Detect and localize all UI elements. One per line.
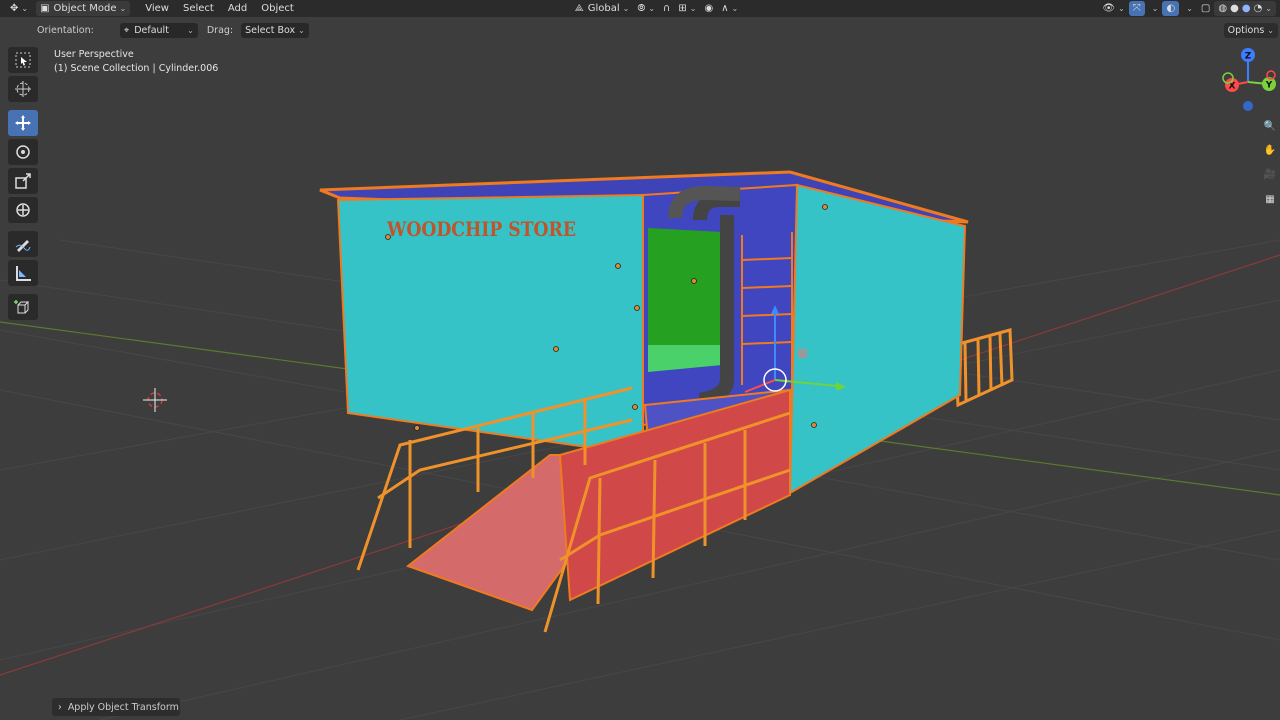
gizmo-icon: ⤧ (1132, 3, 1141, 14)
move-icon (15, 115, 31, 131)
grid-icon: ▦ (1265, 193, 1275, 205)
snap-toggle[interactable]: ∩ (659, 1, 674, 16)
camera-view-button[interactable]: 🎥 (1259, 163, 1280, 185)
mode-selector[interactable]: ▣ Object Mode ⌄ (36, 1, 131, 16)
visibility-dropdown[interactable]: 👁 ⌄ (1098, 1, 1128, 16)
navigation-gizmo[interactable]: Z Y X (1214, 44, 1280, 116)
options-dropdown[interactable]: Options ⌄ (1223, 22, 1278, 38)
menu-select[interactable]: Select (176, 3, 221, 14)
cursor-tool[interactable] (8, 76, 38, 102)
shading-buttons[interactable]: ◍ ● ● ◔ ⌄ (1214, 1, 1276, 16)
transform-orientation-label: Global (587, 3, 620, 14)
select-box-tool[interactable] (8, 47, 38, 73)
orientation-icon: ⟁ (574, 3, 584, 14)
chevron-down-icon: ⌄ (119, 4, 127, 13)
drag-dropdown[interactable]: Select Box ⌄ (241, 22, 309, 38)
measure-tool[interactable] (8, 260, 38, 286)
pivot-icon: ⦾ (637, 3, 646, 14)
camera-icon: 🎥 (1263, 168, 1277, 180)
snap-increment-icon: ⊞ (678, 3, 687, 14)
add-cube-icon (14, 300, 30, 314)
solid-shading-icon: ● (1230, 3, 1239, 14)
last-operator-panel[interactable]: › Apply Object Transform (52, 698, 180, 716)
zoom-button[interactable]: 🔍 (1259, 115, 1280, 137)
annotate-tool[interactable] (8, 231, 38, 257)
menu-object[interactable]: Object (254, 3, 301, 14)
scale-icon (15, 173, 31, 189)
menu-add[interactable]: Add (221, 3, 254, 14)
y-axis-label: Y (1265, 81, 1273, 91)
select-box-icon (15, 52, 31, 68)
last-operator-label: Apply Object Transform (67, 701, 179, 713)
side-wall (788, 183, 967, 495)
scale-tool[interactable] (8, 168, 38, 194)
tool-shelf (8, 47, 40, 323)
3d-cursor (143, 388, 167, 412)
transform-tool[interactable] (8, 197, 38, 223)
cursor-icon (15, 81, 31, 97)
pivot-point-button[interactable]: ⦾ ⌄ (633, 1, 659, 16)
overlays-dropdown[interactable]: ⌄ (1179, 1, 1197, 16)
viewport-header: ✥ ⌄ ▣ Object Mode ⌄ View Select Add Objec… (0, 0, 1280, 17)
rotate-icon (16, 145, 30, 159)
hand-icon: ✋ (1263, 144, 1277, 156)
transform-icon (16, 203, 30, 217)
tool-settings-bar: Orientation: ⌖ Default ⌄ Drag: Select Bo… (0, 21, 1280, 39)
object-mode-icon: ▣ (40, 3, 50, 14)
overlays-toggle[interactable]: ◐ (1162, 1, 1180, 16)
xray-icon: ▢ (1200, 3, 1211, 14)
sign-text: WOODCHIP STORE (386, 217, 576, 241)
ruler-icon (16, 266, 31, 281)
add-cube-tool[interactable] (8, 294, 38, 320)
transform-orientation-dropdown[interactable]: ⟁ Global ⌄ (571, 1, 634, 16)
wireframe-shading-icon: ◍ (1218, 3, 1228, 14)
gizmo-toggle[interactable]: ⤧ (1128, 1, 1145, 16)
proportional-edit-icon: ◉ (704, 3, 714, 14)
editor-type-button[interactable]: ✥ ⌄ (6, 1, 32, 16)
chevron-right-icon: › (58, 701, 62, 713)
falloff-dropdown[interactable]: ∧ ⌄ (717, 1, 742, 16)
proportional-edit-toggle[interactable]: ◉ (700, 1, 717, 16)
material-shading-icon: ● (1241, 3, 1251, 14)
collection-info: (1) Scene Collection | Cylinder.006 (54, 63, 219, 74)
back-railing (953, 328, 1014, 408)
3d-viewport[interactable]: WOODCHIP STORE (0, 0, 1280, 720)
orientation-value: Default (134, 24, 169, 36)
pan-button[interactable]: ✋ (1259, 139, 1280, 161)
options-label: Options (1227, 24, 1265, 36)
zoom-icon: 🔍 (1263, 120, 1277, 132)
magnet-icon: ∩ (663, 3, 671, 14)
viewport-info: User Perspective (1) Scene Collection | … (54, 48, 218, 76)
perspective-label: User Perspective (54, 49, 134, 60)
perspective-toggle-button[interactable]: ▦ (1259, 188, 1280, 210)
pencil-icon (15, 240, 31, 252)
drag-label: Drag: (206, 24, 234, 36)
rotate-tool[interactable] (8, 139, 38, 165)
xray-toggle[interactable]: ▢ (1197, 1, 1214, 16)
orientation-small-icon: ⌖ (123, 24, 130, 36)
chevron-down-icon: ⌄ (622, 4, 630, 13)
menu-view[interactable]: View (138, 3, 176, 14)
rendered-shading-icon: ◔ (1253, 3, 1263, 14)
overlays-icon: ◐ (1166, 3, 1176, 14)
mode-label: Object Mode (53, 3, 117, 14)
orientation-label: Orientation: (37, 24, 94, 36)
snap-target-dropdown[interactable]: ⊞ ⌄ (674, 1, 700, 16)
move-tool[interactable] (8, 110, 38, 136)
gizmo-dropdown[interactable]: ⌄ (1145, 1, 1163, 16)
orientation-dropdown[interactable]: ⌖ Default ⌄ (119, 22, 198, 38)
falloff-curve-icon: ∧ (721, 3, 729, 14)
axes-icon: ✥ (10, 3, 19, 14)
z-axis-label: Z (1245, 52, 1252, 62)
eye-icon: 👁 (1102, 3, 1116, 14)
drag-value: Select Box (245, 24, 296, 36)
